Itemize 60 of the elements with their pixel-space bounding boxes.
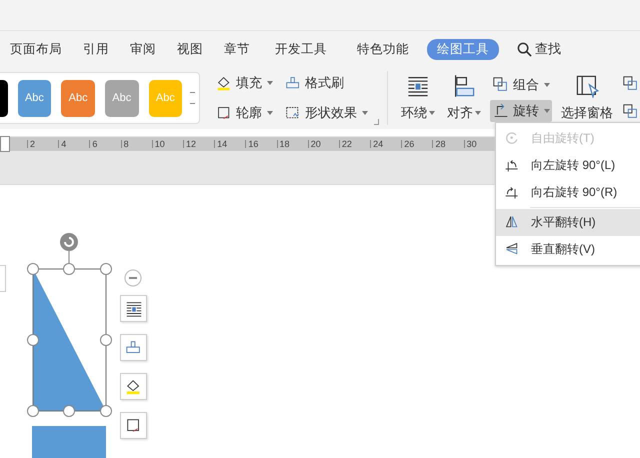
indent-marker-icon[interactable] xyxy=(0,136,10,152)
ruler-number: 12 xyxy=(184,140,196,148)
caret-icon xyxy=(544,83,550,87)
ruler-number: 30 xyxy=(466,140,477,148)
ruler-number: 18 xyxy=(278,140,290,148)
dialog-launcher-icon[interactable] xyxy=(374,119,380,125)
ruler-number: 6 xyxy=(91,140,98,148)
rotate-button[interactable]: 旋转 xyxy=(490,100,552,122)
caret-icon xyxy=(475,111,482,115)
selection-pane-button[interactable]: 选择窗格 xyxy=(558,74,616,122)
group-button[interactable]: 组合 xyxy=(490,74,552,96)
wrap-icon xyxy=(124,300,142,318)
selected-triangle-shape[interactable] xyxy=(27,233,112,417)
align-icon xyxy=(452,74,476,98)
caret-icon xyxy=(429,111,436,115)
ruler-number: 14 xyxy=(216,140,228,148)
rotate-icon xyxy=(492,102,510,120)
ribbon-tab[interactable]: 引用 xyxy=(83,38,109,60)
ruler-number: 2 xyxy=(29,140,36,148)
wrap-button[interactable]: 环绕 xyxy=(398,74,438,122)
ruler-number: 10 xyxy=(154,140,165,148)
ribbon-tab[interactable]: 视图 xyxy=(177,38,203,60)
margin-corner-mark xyxy=(0,265,6,292)
format-painter-button[interactable]: 格式刷 xyxy=(282,72,370,94)
ruler-number: 24 xyxy=(372,140,384,148)
ruler-number: 8 xyxy=(122,140,129,148)
ribbon-tab[interactable]: 页面布局 xyxy=(10,38,62,60)
ribbon-tab[interactable]: 特色功能 xyxy=(357,38,409,60)
selection-pane-icon xyxy=(575,74,600,98)
outline-button[interactable] xyxy=(120,412,147,439)
caret-icon xyxy=(266,81,273,85)
format-painter-button[interactable] xyxy=(120,334,147,361)
ruler-number: 26 xyxy=(403,140,414,148)
menu-item[interactable]: 向右旋转 90°(R) xyxy=(496,179,640,206)
ruler-number: 20 xyxy=(310,140,321,148)
align-button[interactable]: 对齐 xyxy=(444,74,484,122)
caret-icon xyxy=(266,111,273,115)
ruler-number: 4 xyxy=(60,140,66,148)
fill-button[interactable]: 填充 xyxy=(214,72,275,94)
ribbon-tab[interactable]: 审阅 xyxy=(130,38,156,60)
wrap-icon xyxy=(406,74,430,98)
gallery-more-icon[interactable] xyxy=(190,92,196,104)
menu-item[interactable]: 水平翻转(H) xyxy=(496,209,640,236)
caret-icon xyxy=(544,109,550,113)
ruler-number: 28 xyxy=(434,140,446,148)
wrap-button[interactable] xyxy=(120,295,147,322)
ribbon-tab[interactable]: 开发工具 xyxy=(275,38,327,60)
menu-item[interactable]: 垂直翻转(V) xyxy=(496,236,640,263)
ruler-number: 16 xyxy=(247,140,258,148)
ruler-number: 22 xyxy=(340,140,352,148)
fill-button[interactable] xyxy=(120,373,147,400)
collapse-icon[interactable] xyxy=(124,270,142,286)
fill-icon xyxy=(124,378,142,396)
outline-button[interactable]: 轮廓 xyxy=(214,102,275,124)
search-button[interactable]: 查找 xyxy=(517,40,561,58)
menu-item[interactable]: 向左旋转 90°(L) xyxy=(496,152,640,179)
ribbon-tab[interactable]: 章节 xyxy=(224,38,250,60)
shape-effects-button[interactable]: 形状效果 xyxy=(282,102,370,124)
caret-icon xyxy=(362,111,368,115)
search-icon xyxy=(517,42,532,56)
